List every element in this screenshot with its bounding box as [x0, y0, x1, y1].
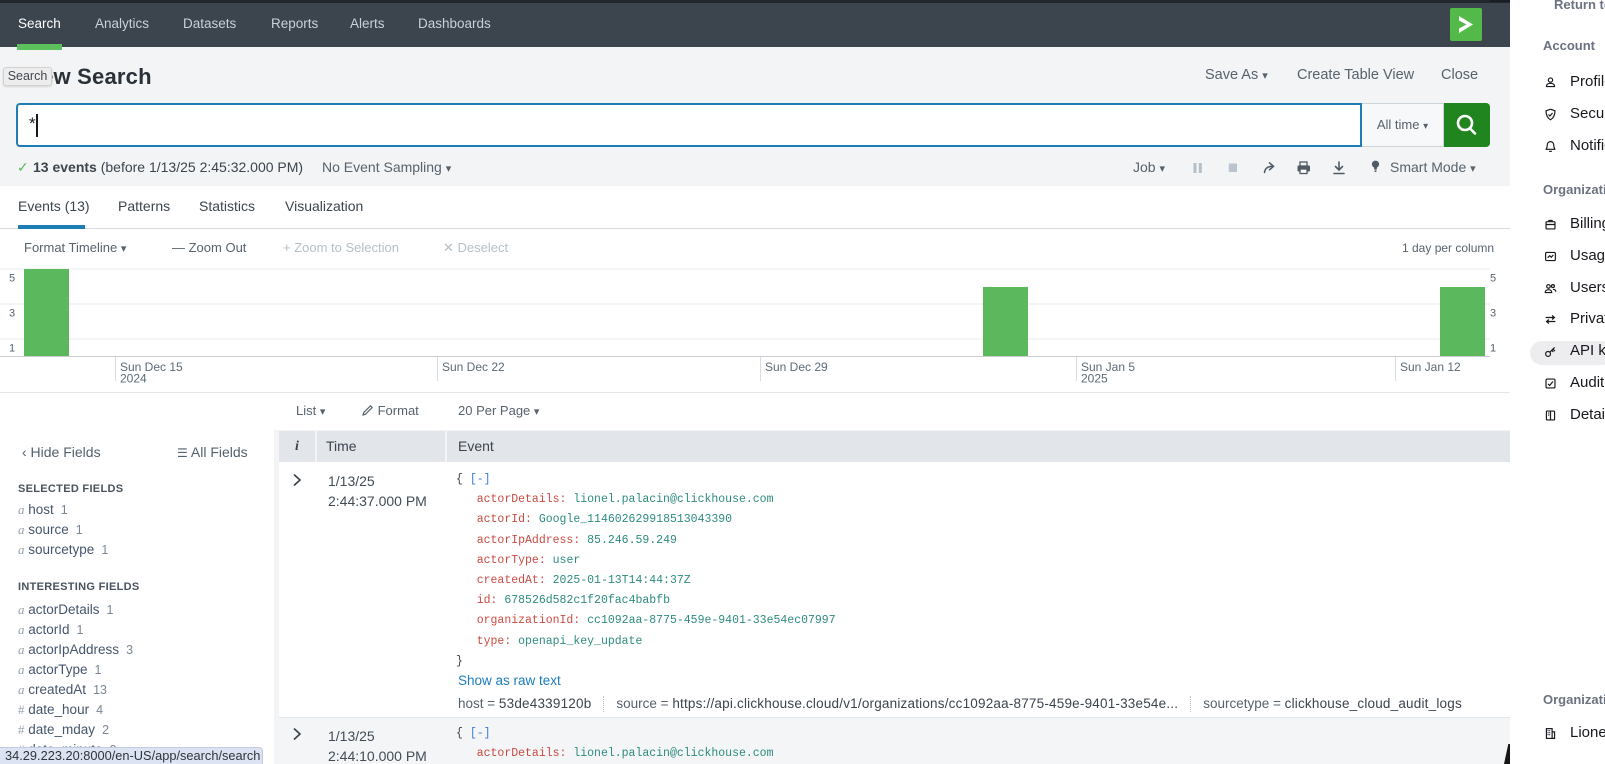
svg-text:Sun Jan 12: Sun Jan 12: [1400, 360, 1461, 374]
svg-text:Sun Dec 22: Sun Dec 22: [442, 360, 505, 374]
svg-text:5: 5: [1490, 273, 1496, 285]
svg-text:Sun Dec 29: Sun Dec 29: [765, 360, 828, 374]
svg-text:5: 5: [9, 273, 15, 285]
svg-text:3: 3: [9, 308, 15, 320]
svg-text:1: 1: [9, 343, 15, 355]
svg-text:3: 3: [1490, 308, 1496, 320]
svg-text:2025: 2025: [1081, 372, 1108, 386]
svg-text:1: 1: [1490, 343, 1496, 355]
svg-text:2024: 2024: [120, 372, 147, 386]
